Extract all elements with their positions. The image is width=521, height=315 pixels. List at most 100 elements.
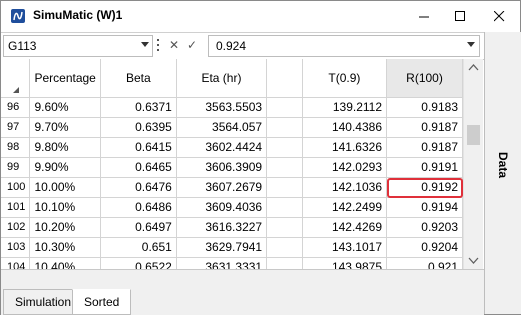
name-box[interactable]: G113 <box>3 35 153 57</box>
table-cell[interactable]: 10.30% <box>29 237 101 258</box>
table-cell[interactable]: 143.1017 <box>302 237 388 258</box>
table-cell[interactable]: 3564.057 <box>176 117 268 138</box>
corner-cell[interactable] <box>1 59 31 98</box>
table-cell[interactable]: 142.1036 <box>302 177 388 198</box>
column-header-percentage[interactable]: Percentage <box>29 59 101 98</box>
table-cell[interactable]: 3616.3227 <box>176 217 268 238</box>
table-cell[interactable] <box>266 197 303 218</box>
table-cell[interactable] <box>266 117 303 138</box>
table-cell[interactable]: 3631.3331 <box>176 257 268 269</box>
row-header[interactable]: 97 <box>1 117 31 138</box>
table-cell[interactable]: 9.90% <box>29 157 101 178</box>
table-cell[interactable]: 0.9194 <box>386 197 463 218</box>
table-cell[interactable]: 3609.4036 <box>176 197 268 218</box>
table-cell[interactable]: 0.921 <box>386 257 463 269</box>
table-cell[interactable] <box>266 237 303 258</box>
table-row: 99 9.90% 0.6465 3606.3909 142.0293 0.9191 <box>1 157 463 178</box>
scroll-down-icon[interactable] <box>468 255 479 266</box>
column-header-t09[interactable]: T(0.9) <box>302 59 388 98</box>
table-cell[interactable]: 9.60% <box>29 97 101 118</box>
table-cell[interactable]: 142.4269 <box>302 217 388 238</box>
column-header-eta[interactable]: Eta (hr) <box>176 59 268 98</box>
table-cell[interactable] <box>266 177 303 198</box>
vertical-scrollbar[interactable] <box>463 59 483 269</box>
column-header-r100[interactable]: R(100) <box>386 59 463 98</box>
table-cell[interactable]: 3606.3909 <box>176 157 268 178</box>
table-cell[interactable]: 0.6486 <box>100 197 177 218</box>
table-cell[interactable]: 0.9187 <box>386 117 463 138</box>
table-row: 101 10.10% 0.6486 3609.4036 142.2499 0.9194 <box>1 197 463 218</box>
table-cell[interactable]: 0.6465 <box>100 157 177 178</box>
table-cell[interactable]: 142.0293 <box>302 157 388 178</box>
maximize-button[interactable] <box>441 1 479 31</box>
scroll-up-icon[interactable] <box>468 62 479 73</box>
column-header-blank[interactable] <box>266 59 303 98</box>
table-cell[interactable] <box>266 217 303 238</box>
row-header[interactable]: 98 <box>1 137 31 158</box>
row-header[interactable]: 99 <box>1 157 31 178</box>
table-cell[interactable]: 0.9204 <box>386 237 463 258</box>
table-cell[interactable]: 0.9183 <box>386 97 463 118</box>
chevron-down-icon[interactable] <box>141 42 149 48</box>
simumatic-app-icon <box>11 9 25 23</box>
table-cell[interactable]: 140.4386 <box>302 117 388 138</box>
table-cell[interactable] <box>266 97 303 118</box>
table-row: 96 9.60% 0.6371 3563.5503 139.2112 0.9183 <box>1 97 463 118</box>
grip-icon[interactable] <box>157 39 159 53</box>
row-header[interactable]: 101 <box>1 197 31 218</box>
table-cell[interactable]: 3607.2679 <box>176 177 268 198</box>
table-cell[interactable]: 0.9203 <box>386 217 463 238</box>
table-cell[interactable]: 10.40% <box>29 257 101 269</box>
table-cell[interactable]: 139.2112 <box>302 97 388 118</box>
sheet-tab-bar: Simulation Sorted <box>1 269 484 315</box>
row-header[interactable]: 103 <box>1 237 31 258</box>
table-cell[interactable]: 0.6415 <box>100 137 177 158</box>
table-cell[interactable]: 3629.7941 <box>176 237 268 258</box>
tab-label: Sorted <box>84 295 120 309</box>
row-header[interactable]: 100 <box>1 177 31 198</box>
scrollbar-thumb[interactable] <box>467 125 480 145</box>
chevron-down-icon[interactable] <box>467 42 475 48</box>
side-tab-data[interactable]: Data <box>493 128 513 208</box>
table-cell[interactable]: 10.10% <box>29 197 101 218</box>
formula-bar: G113 ✕ ✓ 0.924 <box>1 32 484 60</box>
formula-input[interactable]: 0.924 <box>208 35 480 57</box>
row-header[interactable]: 96 <box>1 97 31 118</box>
table-cell[interactable]: 0.9187 <box>386 137 463 158</box>
table-cell[interactable]: 9.80% <box>29 137 101 158</box>
table-cell[interactable]: 10.00% <box>29 177 101 198</box>
close-button[interactable] <box>480 1 518 31</box>
table-cell[interactable]: 142.2499 <box>302 197 388 218</box>
table-cell[interactable]: 141.6326 <box>302 137 388 158</box>
column-header-beta[interactable]: Beta <box>100 59 177 98</box>
horizontal-scrollbar[interactable] <box>1 270 484 287</box>
table-row: 97 9.70% 0.6395 3564.057 140.4386 0.9187 <box>1 117 463 138</box>
cancel-edit-button[interactable]: ✕ <box>168 38 180 52</box>
table-cell[interactable]: 10.20% <box>29 217 101 238</box>
table-cell[interactable]: 0.6371 <box>100 97 177 118</box>
tab-sorted[interactable]: Sorted <box>72 289 132 315</box>
table-cell[interactable]: 9.70% <box>29 117 101 138</box>
table-cell[interactable]: 0.6476 <box>100 177 177 198</box>
table-cell[interactable]: 3563.5503 <box>176 97 268 118</box>
minimize-button[interactable] <box>405 1 443 31</box>
table-cell[interactable]: 0.651 <box>100 237 177 258</box>
row-header[interactable]: 102 <box>1 217 31 238</box>
table-cell[interactable]: 3602.4424 <box>176 137 268 158</box>
table-cell[interactable]: 143.9875 <box>302 257 388 269</box>
table-cell[interactable] <box>266 257 303 269</box>
table-row: 103 10.30% 0.651 3629.7941 143.1017 0.9204 <box>1 237 463 258</box>
table-cell[interactable] <box>266 157 303 178</box>
selected-cell[interactable]: 0.9192 <box>386 177 463 198</box>
table-cell[interactable] <box>266 137 303 158</box>
title-bar[interactable]: SimuMatic (W)1 <box>1 1 520 31</box>
row-header[interactable]: 104 <box>1 257 31 269</box>
table-cell[interactable]: 0.6395 <box>100 117 177 138</box>
simumatic-window: SimuMatic (W)1 G113 ✕ ✓ 0.924 Percentage… <box>0 0 521 315</box>
table-cell[interactable]: 0.9191 <box>386 157 463 178</box>
table-cell[interactable]: 0.6497 <box>100 217 177 238</box>
tab-label: Simulation <box>15 295 72 309</box>
table-cell[interactable]: 0.6522 <box>100 257 177 269</box>
accept-edit-button[interactable]: ✓ <box>186 38 198 52</box>
corner-triangle-icon <box>13 87 20 93</box>
